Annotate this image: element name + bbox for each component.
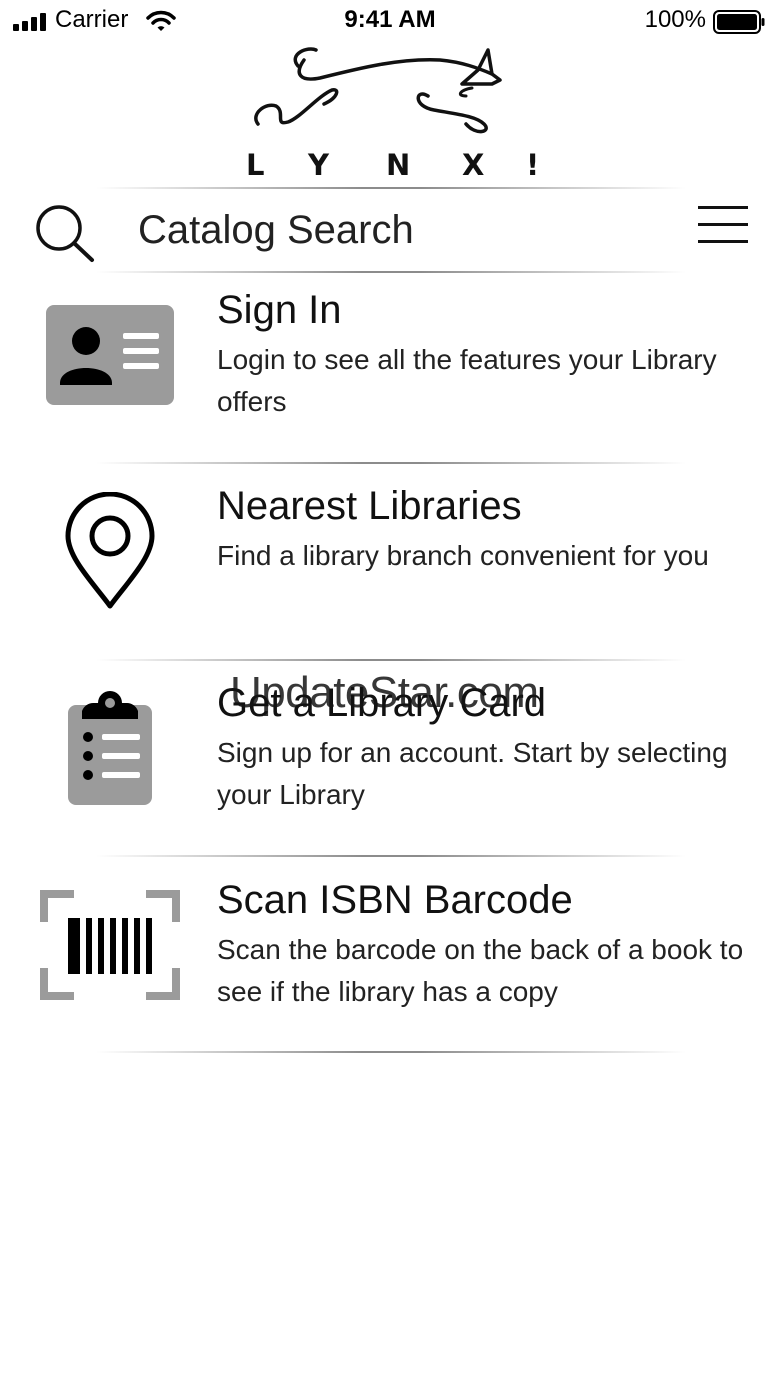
hamburger-menu-icon[interactable] (698, 204, 750, 248)
divider (96, 187, 686, 189)
divider (96, 462, 686, 464)
logo-letter: L (246, 148, 265, 182)
divider (96, 1051, 686, 1053)
menu-item-sign-in[interactable]: Sign In Login to see all the features yo… (0, 272, 780, 462)
menu-item-scan-isbn-barcode[interactable]: Scan ISBN Barcode Scan the barcode on th… (0, 862, 780, 1052)
menu-item-description: Login to see all the features your Libra… (217, 344, 717, 417)
map-pin-icon (65, 492, 155, 609)
clipboard-icon (68, 691, 152, 805)
logo-letter: N (386, 148, 411, 182)
menu-item-nearest-libraries[interactable]: Nearest Libraries Find a library branch … (0, 468, 780, 658)
watermark: UpdateStar.com (230, 668, 539, 717)
menu-item-description: Find a library branch convenient for you (217, 540, 709, 571)
battery-percentage: 100% (644, 6, 706, 33)
menu-item-title: Sign In (217, 288, 342, 332)
menu-item-title: Nearest Libraries (217, 484, 522, 528)
logo-letter: Y (308, 148, 329, 182)
logo-letter: X (462, 148, 485, 182)
divider (96, 855, 686, 857)
logo-wordmark: L Y N X ! (236, 148, 556, 188)
menu-item-title: Scan ISBN Barcode (217, 878, 573, 922)
search-icon[interactable] (34, 203, 96, 265)
menu-item-description: Scan the barcode on the back of a book t… (217, 934, 744, 1007)
logo-letter: ! (526, 148, 540, 182)
status-bar: Carrier 9:41 AM 100% (0, 0, 780, 44)
id-card-icon (46, 305, 174, 405)
barcode-scan-icon (40, 890, 180, 1000)
catalog-search-input[interactable] (138, 202, 658, 258)
search-bar (0, 190, 780, 272)
menu-item-description: Sign up for an account. Start by selecti… (217, 737, 728, 810)
battery-icon (713, 10, 765, 34)
divider (96, 659, 686, 661)
